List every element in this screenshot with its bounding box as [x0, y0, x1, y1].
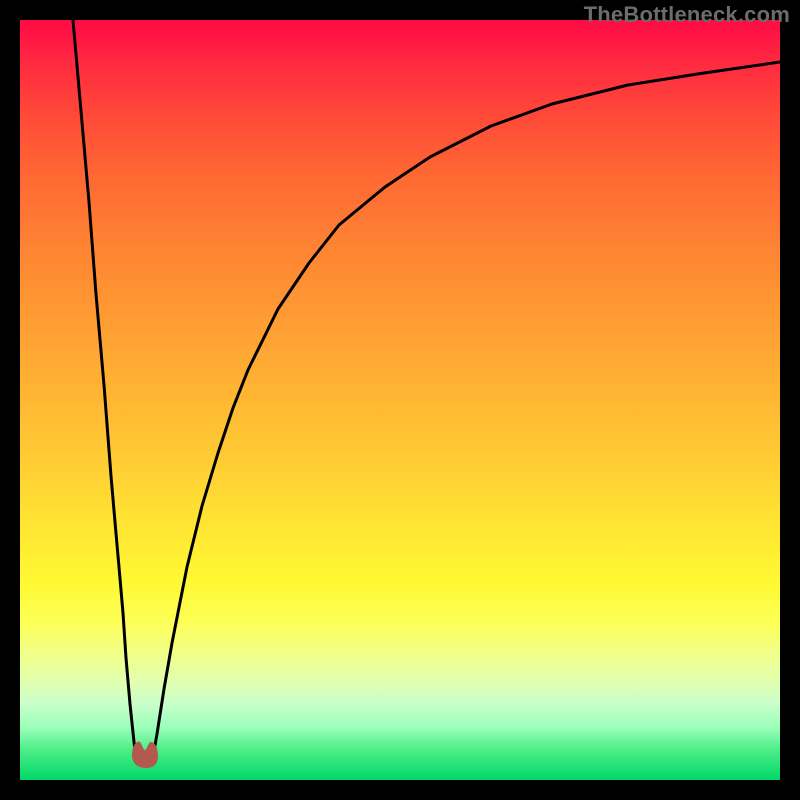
- frame: TheBottleneck.com: [0, 0, 800, 800]
- curve-left-branch: [73, 20, 136, 757]
- plot-area: [20, 20, 780, 780]
- minimum-marker: [132, 742, 158, 768]
- watermark-text: TheBottleneck.com: [584, 2, 790, 28]
- plot-svg: [20, 20, 780, 780]
- curve-right-branch: [153, 62, 780, 757]
